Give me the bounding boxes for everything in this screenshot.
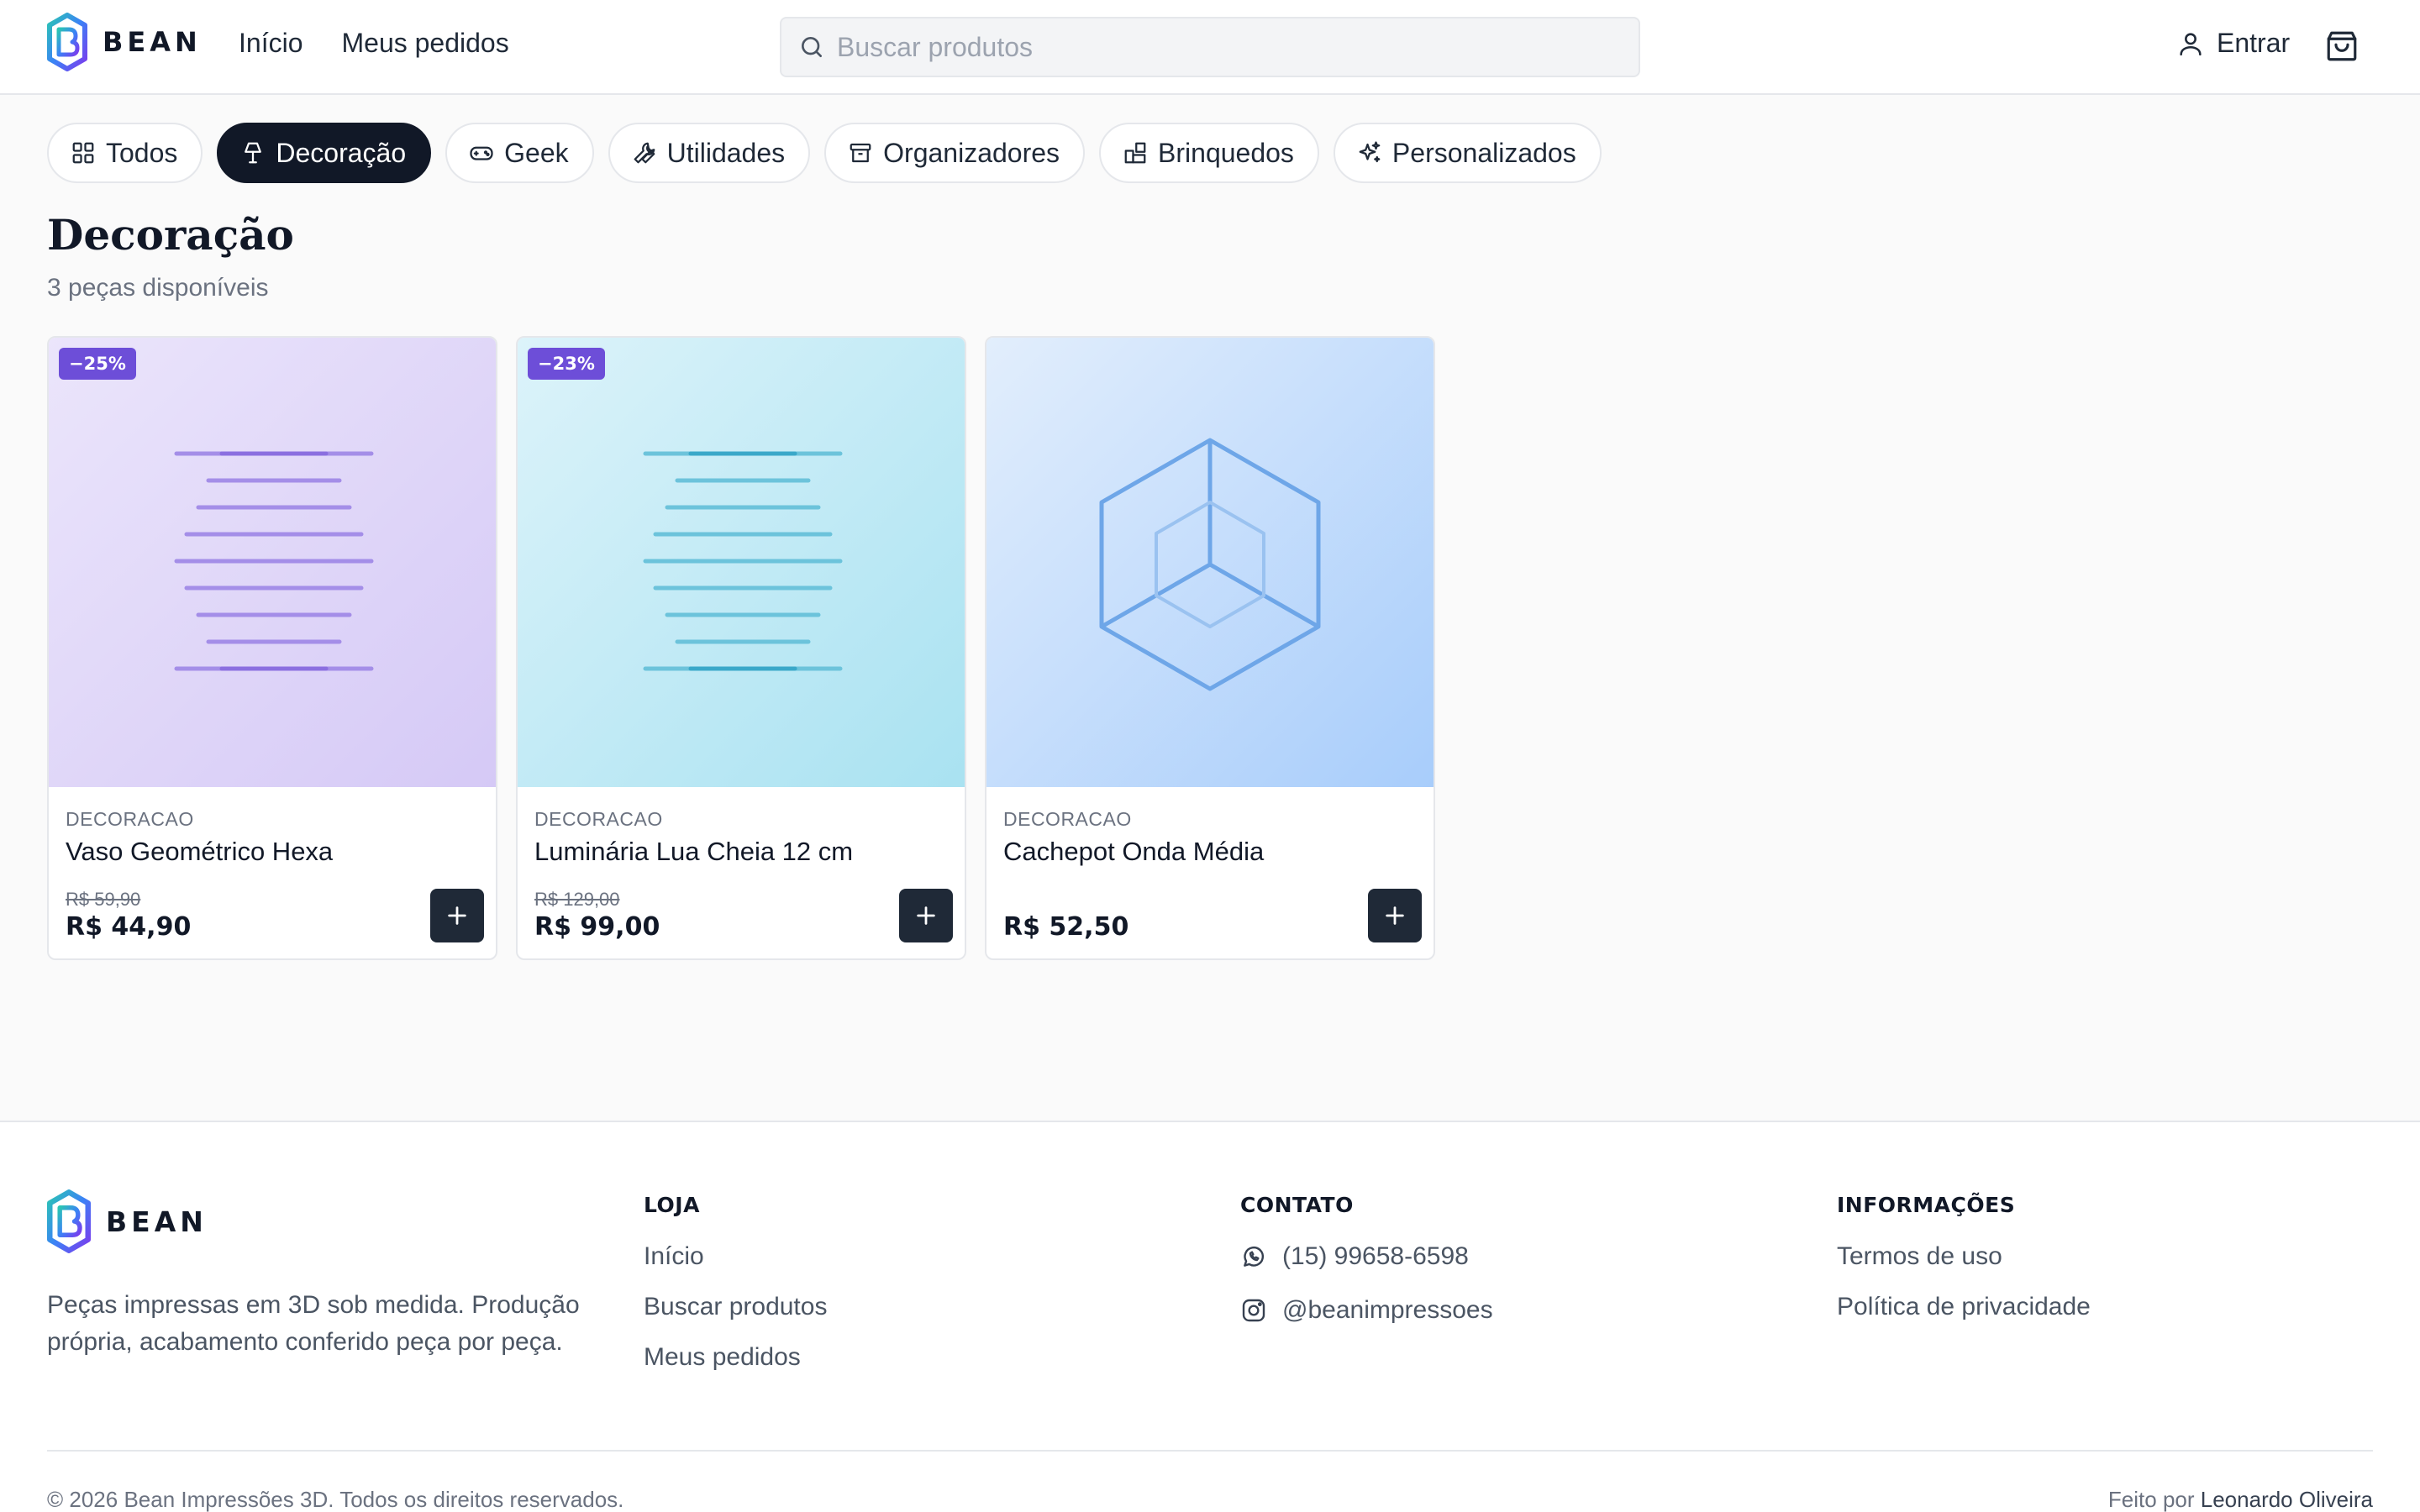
category-chip-label: Geek [504,137,569,168]
product-old-price: R$ 59,90 [66,889,141,910]
search-bar[interactable] [780,17,1640,77]
gamepad-icon [470,146,493,160]
footer-info-column: INFORMAÇÕES Termos de uso Política de pr… [1837,1193,2091,1343]
product-category: DECORACAO [1003,808,1132,830]
product-price: R$ 99,00 [534,912,660,942]
main-nav: Início Meus pedidos [239,28,509,59]
product-price: R$ 44,90 [66,912,192,942]
whatsapp-icon [1244,1246,1265,1267]
made-by-name[interactable]: Leonardo Oliveira [2201,1487,2373,1512]
product-name[interactable]: Luminária Lua Cheia 12 cm [534,837,853,867]
made-by-credit: Feito por Leonardo Oliveira [2108,1487,2373,1512]
category-chip-label: Decoração [276,137,407,168]
category-chip-geek[interactable]: Geek [445,123,594,183]
page-title: Decoração [47,210,294,260]
product-card[interactable]: DECORACAO Cachepot Onda Média R$ 52,50 [985,336,1435,960]
add-to-cart-button[interactable] [899,889,953,942]
category-chip-label: Organizadores [883,137,1060,168]
footer-link-inicio[interactable]: Início [644,1242,827,1271]
category-chip-label: Brinquedos [1158,137,1294,168]
login-button[interactable]: Entrar [2176,28,2290,59]
brand-wordmark: BEAN [103,26,202,58]
lamp-icon [245,142,262,164]
product-category: DECORACAO [534,808,663,830]
product-price: R$ 52,50 [1003,912,1129,942]
nav-link-meus-pedidos[interactable]: Meus pedidos [341,28,508,59]
footer-phone[interactable]: (15) 99658-6598 [1240,1242,1493,1271]
footer-divider [47,1450,2373,1452]
category-chip-label: Todos [106,137,178,168]
category-filter: Todos Decoração Geek Utilidades Organiza… [47,123,1602,183]
category-chip-personalizados[interactable]: Personalizados [1333,123,1602,183]
footer-link-privacidade[interactable]: Política de privacidade [1837,1293,2091,1321]
add-to-cart-button[interactable] [1368,889,1422,942]
product-name[interactable]: Cachepot Onda Média [1003,837,1264,867]
nav-link-inicio[interactable]: Início [239,28,302,59]
category-chip-label: Personalizados [1392,137,1576,168]
discount-badge: −25% [59,348,136,380]
grid-icon [72,142,94,164]
logo-icon [47,13,87,71]
blocks-icon [1124,142,1146,164]
footer-link-meus-pedidos[interactable]: Meus pedidos [644,1343,827,1372]
product-card[interactable]: −23% DECORACAO Luminária Lua Cheia 12 cm… [516,336,966,960]
footer-column-title: LOJA [644,1193,700,1217]
brand-logo[interactable]: BEAN [47,13,202,71]
category-chip-brinquedos[interactable]: Brinquedos [1099,123,1319,183]
footer-description: Peças impressas em 3D sob medida. Produç… [47,1291,580,1356]
sparkles-icon [1359,141,1381,163]
category-chip-todos[interactable]: Todos [47,123,203,183]
product-count: 3 peças disponíveis [47,274,269,302]
footer-instagram[interactable]: @beanimpressoes [1240,1296,1493,1325]
user-icon [2180,32,2202,55]
discount-badge: −23% [528,348,605,380]
footer-column-title: INFORMAÇÕES [1837,1193,2016,1217]
instagram-icon [1242,1299,1265,1322]
category-chip-utilidades[interactable]: Utilidades [608,123,811,183]
product-image [986,338,1434,787]
footer-column-title: CONTATO [1240,1193,1354,1217]
add-to-cart-button[interactable] [430,889,484,942]
login-label: Entrar [2217,28,2291,58]
product-image: −23% [518,338,965,787]
site-footer: BEAN Peças impressas em 3D sob medida. P… [0,1121,2420,1512]
category-chip-label: Utilidades [666,137,786,168]
search-input[interactable] [837,31,1593,63]
product-card[interactable]: −25% DECORACAO Vaso Geométrico Hexa R$ 5… [47,336,497,960]
logo-icon [47,1189,91,1253]
footer-phone-number: (15) 99658-6598 [1282,1242,1469,1270]
made-by-prefix: Feito por [2107,1487,2195,1512]
site-header: BEAN Início Meus pedidos Entrar [0,0,2420,95]
category-chip-organizadores[interactable]: Organizadores [824,123,1086,183]
search-icon [802,37,822,57]
footer-store-column: LOJA Início Buscar produtos Meus pedidos [644,1193,827,1394]
footer-link-termos[interactable]: Termos de uso [1837,1242,2091,1271]
footer-link-buscar-produtos[interactable]: Buscar produtos [644,1293,827,1321]
shopping-bag-icon[interactable] [2324,29,2360,64]
copyright-text: © 2026 Bean Impressões 3D. Todos os dire… [47,1487,624,1512]
product-old-price: R$ 129,00 [534,889,620,910]
footer-instagram-handle: @beanimpressoes [1282,1296,1493,1324]
wrench-icon [634,142,655,164]
plus-icon [448,906,466,925]
product-category: DECORACAO [66,808,194,830]
product-name[interactable]: Vaso Geométrico Hexa [66,837,333,867]
category-chip-decoracao[interactable]: Decoração [217,123,432,183]
archive-icon [850,143,871,163]
footer-brand-wordmark: BEAN [106,1205,208,1238]
plus-icon [917,906,935,925]
product-image: −25% [49,338,496,787]
footer-brand-logo[interactable]: BEAN [47,1189,208,1253]
plus-icon [1386,906,1404,925]
footer-contact-column: CONTATO (15) 99658-6598 @beanimpressoes [1240,1193,1493,1350]
